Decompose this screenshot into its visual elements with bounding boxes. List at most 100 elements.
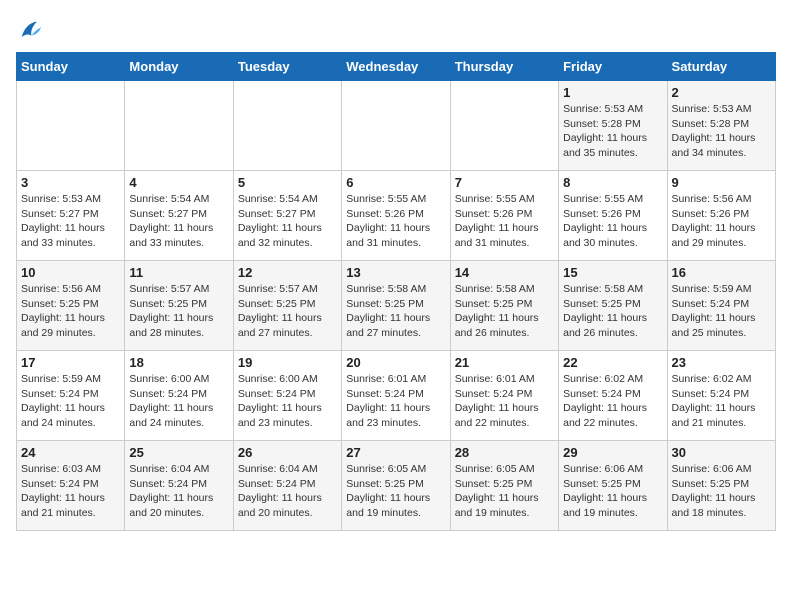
calendar-cell: 5 Sunrise: 5:54 AM Sunset: 5:27 PM Daylig… — [233, 171, 341, 261]
header-sunday: Sunday — [17, 53, 125, 81]
calendar-cell: 10 Sunrise: 5:56 AM Sunset: 5:25 PM Dayli… — [17, 261, 125, 351]
day-number: 8 — [563, 175, 662, 190]
day-number: 13 — [346, 265, 445, 280]
day-number: 23 — [672, 355, 771, 370]
calendar-cell: 16Sunrise: 5:59 AM Sunset: 5:24 PM Dayli… — [667, 261, 775, 351]
day-info: Sunrise: 6:00 AM Sunset: 5:24 PM Dayligh… — [238, 372, 337, 431]
day-number: 7 — [455, 175, 554, 190]
day-info: Sunrise: 5:54 AM Sunset: 5:27 PM Dayligh… — [238, 192, 337, 251]
day-number: 27 — [346, 445, 445, 460]
day-info: Sunrise: 5:59 AM Sunset: 5:24 PM Dayligh… — [21, 372, 120, 431]
day-number: 29 — [563, 445, 662, 460]
day-info: Sunrise: 5:58 AM Sunset: 5:25 PM Dayligh… — [455, 282, 554, 341]
calendar-cell: 30 Sunrise: 6:06 AM Sunset: 5:25 PM Dayli… — [667, 441, 775, 531]
day-number: 16 — [672, 265, 771, 280]
header-thursday: Thursday — [450, 53, 558, 81]
day-info: Sunrise: 5:53 AM Sunset: 5:28 PM Dayligh… — [672, 102, 771, 161]
calendar-header-row: SundayMondayTuesdayWednesdayThursdayFrid… — [17, 53, 776, 81]
day-number: 9 — [672, 175, 771, 190]
calendar-cell: 4 Sunrise: 5:54 AM Sunset: 5:27 PM Daylig… — [125, 171, 233, 261]
day-number: 24 — [21, 445, 120, 460]
calendar-cell: 15 Sunrise: 5:58 AM Sunset: 5:25 PM Dayli… — [559, 261, 667, 351]
day-number: 19 — [238, 355, 337, 370]
calendar-cell — [342, 81, 450, 171]
header-wednesday: Wednesday — [342, 53, 450, 81]
day-info: Sunrise: 6:02 AM Sunset: 5:24 PM Dayligh… — [672, 372, 771, 431]
header-saturday: Saturday — [667, 53, 775, 81]
calendar-table: SundayMondayTuesdayWednesdayThursdayFrid… — [16, 52, 776, 531]
calendar-cell: 12 Sunrise: 5:57 AM Sunset: 5:25 PM Dayli… — [233, 261, 341, 351]
calendar-cell: 19 Sunrise: 6:00 AM Sunset: 5:24 PM Dayli… — [233, 351, 341, 441]
day-number: 30 — [672, 445, 771, 460]
calendar-cell: 20 Sunrise: 6:01 AM Sunset: 5:24 PM Dayli… — [342, 351, 450, 441]
logo — [16, 16, 48, 44]
calendar-cell: 29 Sunrise: 6:06 AM Sunset: 5:25 PM Dayli… — [559, 441, 667, 531]
day-info: Sunrise: 5:54 AM Sunset: 5:27 PM Dayligh… — [129, 192, 228, 251]
day-info: Sunrise: 5:56 AM Sunset: 5:25 PM Dayligh… — [21, 282, 120, 341]
calendar-week-row: 10 Sunrise: 5:56 AM Sunset: 5:25 PM Dayli… — [17, 261, 776, 351]
calendar-cell — [233, 81, 341, 171]
day-number: 22 — [563, 355, 662, 370]
calendar-cell — [450, 81, 558, 171]
day-number: 25 — [129, 445, 228, 460]
logo-icon — [16, 16, 44, 44]
day-info: Sunrise: 6:05 AM Sunset: 5:25 PM Dayligh… — [346, 462, 445, 521]
calendar-cell — [125, 81, 233, 171]
day-number: 5 — [238, 175, 337, 190]
day-number: 3 — [21, 175, 120, 190]
calendar-cell: 8 Sunrise: 5:55 AM Sunset: 5:26 PM Daylig… — [559, 171, 667, 261]
calendar-cell: 7 Sunrise: 5:55 AM Sunset: 5:26 PM Daylig… — [450, 171, 558, 261]
calendar-cell: 18Sunrise: 6:00 AM Sunset: 5:24 PM Dayli… — [125, 351, 233, 441]
calendar-week-row: 17 Sunrise: 5:59 AM Sunset: 5:24 PM Dayli… — [17, 351, 776, 441]
day-info: Sunrise: 6:02 AM Sunset: 5:24 PM Dayligh… — [563, 372, 662, 431]
day-number: 17 — [21, 355, 120, 370]
day-info: Sunrise: 6:01 AM Sunset: 5:24 PM Dayligh… — [346, 372, 445, 431]
calendar-cell: 21Sunrise: 6:01 AM Sunset: 5:24 PM Dayli… — [450, 351, 558, 441]
calendar-cell: 9 Sunrise: 5:56 AM Sunset: 5:26 PM Daylig… — [667, 171, 775, 261]
day-number: 6 — [346, 175, 445, 190]
calendar-cell: 11 Sunrise: 5:57 AM Sunset: 5:25 PM Dayli… — [125, 261, 233, 351]
day-info: Sunrise: 5:57 AM Sunset: 5:25 PM Dayligh… — [238, 282, 337, 341]
calendar-cell: 28 Sunrise: 6:05 AM Sunset: 5:25 PM Dayli… — [450, 441, 558, 531]
day-info: Sunrise: 5:58 AM Sunset: 5:25 PM Dayligh… — [563, 282, 662, 341]
calendar-cell: 25 Sunrise: 6:04 AM Sunset: 5:24 PM Dayli… — [125, 441, 233, 531]
header-friday: Friday — [559, 53, 667, 81]
day-number: 10 — [21, 265, 120, 280]
calendar-cell: 23 Sunrise: 6:02 AM Sunset: 5:24 PM Dayli… — [667, 351, 775, 441]
calendar-cell: 1Sunrise: 5:53 AM Sunset: 5:28 PM Daylig… — [559, 81, 667, 171]
day-info: Sunrise: 6:01 AM Sunset: 5:24 PM Dayligh… — [455, 372, 554, 431]
day-number: 4 — [129, 175, 228, 190]
day-info: Sunrise: 6:06 AM Sunset: 5:25 PM Dayligh… — [563, 462, 662, 521]
day-info: Sunrise: 5:56 AM Sunset: 5:26 PM Dayligh… — [672, 192, 771, 251]
calendar-cell: 2 Sunrise: 5:53 AM Sunset: 5:28 PM Daylig… — [667, 81, 775, 171]
day-info: Sunrise: 5:55 AM Sunset: 5:26 PM Dayligh… — [455, 192, 554, 251]
day-info: Sunrise: 5:53 AM Sunset: 5:27 PM Dayligh… — [21, 192, 120, 251]
day-info: Sunrise: 6:06 AM Sunset: 5:25 PM Dayligh… — [672, 462, 771, 521]
day-number: 2 — [672, 85, 771, 100]
day-info: Sunrise: 6:05 AM Sunset: 5:25 PM Dayligh… — [455, 462, 554, 521]
day-info: Sunrise: 5:55 AM Sunset: 5:26 PM Dayligh… — [346, 192, 445, 251]
day-info: Sunrise: 5:55 AM Sunset: 5:26 PM Dayligh… — [563, 192, 662, 251]
header-tuesday: Tuesday — [233, 53, 341, 81]
calendar-cell: 24 Sunrise: 6:03 AM Sunset: 5:24 PM Dayli… — [17, 441, 125, 531]
day-number: 28 — [455, 445, 554, 460]
calendar-cell: 17 Sunrise: 5:59 AM Sunset: 5:24 PM Dayli… — [17, 351, 125, 441]
day-info: Sunrise: 6:04 AM Sunset: 5:24 PM Dayligh… — [129, 462, 228, 521]
calendar-week-row: 3 Sunrise: 5:53 AM Sunset: 5:27 PM Daylig… — [17, 171, 776, 261]
day-number: 12 — [238, 265, 337, 280]
calendar-cell — [17, 81, 125, 171]
day-number: 14 — [455, 265, 554, 280]
day-number: 20 — [346, 355, 445, 370]
page-header — [16, 16, 776, 44]
calendar-week-row: 1 Sunrise: 5:53 AM Sunset: 5:28 PM Daylig… — [17, 81, 776, 171]
day-number: 11 — [129, 265, 228, 280]
calendar-cell: 22 Sunrise: 6:02 AM Sunset: 5:24 PM Dayli… — [559, 351, 667, 441]
day-info: Sunrise: 5:57 AM Sunset: 5:25 PM Dayligh… — [129, 282, 228, 341]
calendar-cell: 14 Sunrise: 5:58 AM Sunset: 5:25 PM Dayli… — [450, 261, 558, 351]
day-number: 15 — [563, 265, 662, 280]
calendar-cell: 3 Sunrise: 5:53 AM Sunset: 5:27 PM Daylig… — [17, 171, 125, 261]
calendar-week-row: 24 Sunrise: 6:03 AM Sunset: 5:24 PM Dayli… — [17, 441, 776, 531]
day-info: Sunrise: 6:03 AM Sunset: 5:24 PM Dayligh… — [21, 462, 120, 521]
day-info: Sunrise: 6:04 AM Sunset: 5:24 PM Dayligh… — [238, 462, 337, 521]
day-number: 1 — [563, 85, 662, 100]
